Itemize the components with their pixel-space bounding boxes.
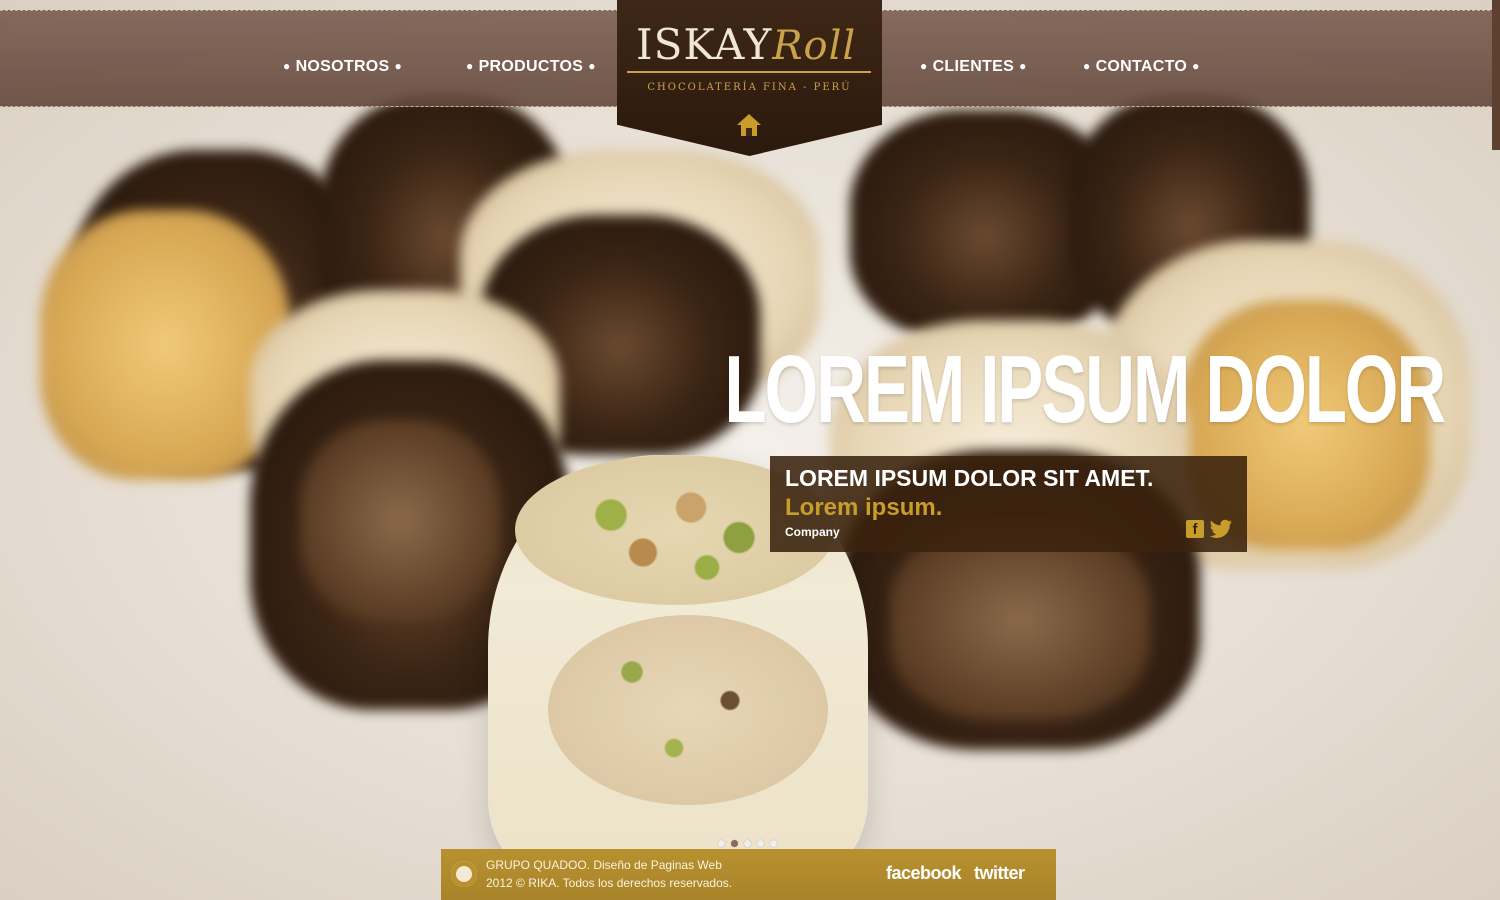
caption-company: Company	[785, 525, 840, 539]
home-icon[interactable]	[735, 112, 763, 138]
twitter-link[interactable]: twitter	[974, 863, 1025, 884]
footer: GRUPO QUADOO. Diseño de Paginas Web 2012…	[441, 849, 1056, 900]
logo-tagline: CHOCOLATERÍA FINA - PERÚ	[647, 82, 852, 93]
slider-dot[interactable]	[757, 840, 764, 847]
twitter-icon[interactable]	[1209, 519, 1233, 539]
nav-item-nosotros[interactable]: ● NOSOTROS ●	[278, 58, 407, 76]
logo-brand: ISKAY	[636, 20, 773, 69]
nav-item-label: NOSOTROS	[295, 58, 390, 75]
slider-dot[interactable]	[744, 840, 751, 847]
slider-dot[interactable]	[770, 840, 777, 847]
nav-item-contacto[interactable]: ● CONTACTO ●	[1078, 58, 1205, 76]
logo-script: Roll	[772, 23, 857, 69]
slider-dot[interactable]	[718, 840, 725, 847]
hero-caption: LOREM IPSUM DOLOR SIT AMET. Lorem ipsum.…	[770, 456, 1247, 552]
quadoo-logo-icon[interactable]	[451, 861, 477, 887]
facebook-icon[interactable]: f	[1186, 520, 1204, 538]
hero-headline: LOREM IPSUM DOLOR	[724, 336, 1446, 443]
facebook-link[interactable]: facebook	[886, 863, 962, 884]
nav-item-label: CLIENTES	[932, 58, 1015, 75]
slider-dot[interactable]	[731, 840, 738, 847]
nav-item-label: PRODUCTOS	[478, 58, 584, 75]
footer-copyright: 2012 © RIKA. Todos los derechos reservad…	[486, 876, 733, 890]
logo-divider	[627, 71, 871, 73]
logo-text[interactable]: ISKAYRoll	[636, 20, 856, 69]
nav-item-productos[interactable]: ● PRODUCTOS ●	[461, 58, 601, 76]
caption-subtitle: Lorem ipsum.	[785, 494, 943, 521]
scrollbar-thumb[interactable]	[1492, 0, 1500, 150]
slider-pagination	[718, 834, 783, 847]
nav-item-label: CONTACTO	[1095, 58, 1188, 75]
footer-credit: GRUPO QUADOO. Diseño de Paginas Web	[486, 858, 722, 872]
caption-title: LOREM IPSUM DOLOR SIT AMET.	[785, 465, 1154, 491]
nav-item-clientes[interactable]: ● CLIENTES ●	[915, 58, 1032, 76]
